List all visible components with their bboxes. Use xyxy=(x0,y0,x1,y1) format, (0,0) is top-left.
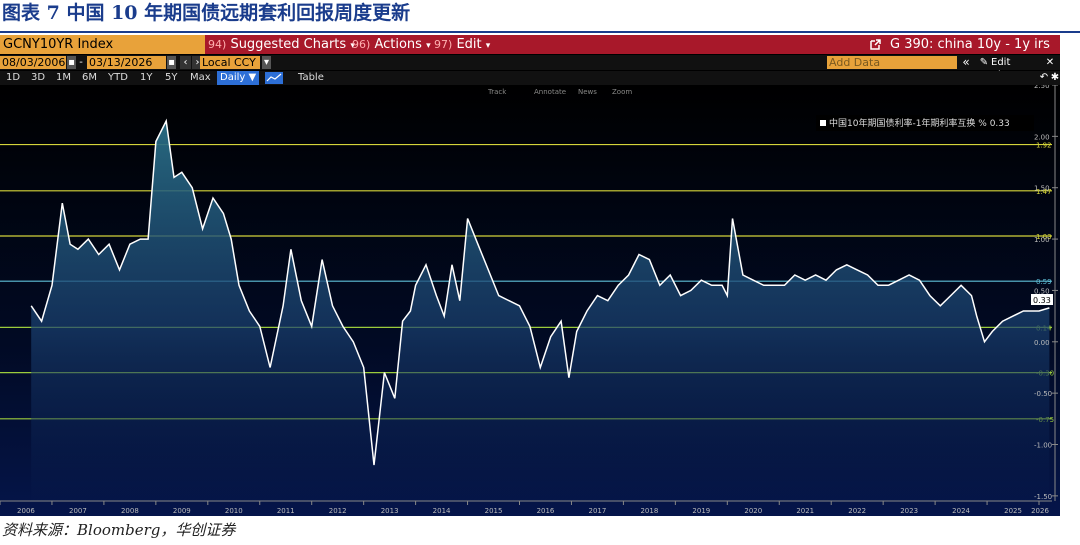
date-toolbar: 08/03/2006 ▪ - 03/13/2026 ▪ ‹ › Local CC… xyxy=(0,55,1060,81)
x-tick-label: 2023 xyxy=(900,507,918,515)
table-button[interactable]: Table xyxy=(298,71,324,85)
start-date-field[interactable]: 08/03/2006 xyxy=(0,56,66,69)
period-1m[interactable]: 1M xyxy=(56,71,71,85)
x-tick-label: 2019 xyxy=(692,507,710,515)
x-tick-label: 2010 xyxy=(225,507,243,515)
figure-title: 图表 7 中国 10 年期国债远期套利回报周度更新 xyxy=(0,0,1080,33)
edit-chart-button[interactable]: Edit Chart xyxy=(991,56,1041,81)
menu-label: Edit xyxy=(456,37,482,52)
x-tick-label: 2015 xyxy=(485,507,503,515)
calendar-icon[interactable]: ▪ xyxy=(67,56,76,69)
y-tick-label: 2.00 xyxy=(1034,133,1050,141)
add-data-input[interactable]: Add Data xyxy=(827,56,957,69)
reference-line-label: 1.92 xyxy=(1036,142,1052,150)
y-tick-label: -0.50 xyxy=(1034,390,1052,398)
chevron-down-icon: ▾ xyxy=(426,41,431,51)
line-chart: Track Annotate News Zoom 1.921.471.030.5… xyxy=(0,82,1058,515)
chart-area: Track Annotate News Zoom 1.92 1.47 1.03 0.5… xyxy=(0,82,1060,516)
track-tool[interactable]: Track xyxy=(487,88,507,96)
currency-select[interactable]: Local CCY xyxy=(200,56,260,69)
y-tick-label: 1.00 xyxy=(1034,236,1050,244)
top-toolbar: GCNY10YR Index 94) Suggested Charts ▾ 96… xyxy=(0,35,1060,71)
x-tick-label: 2024 xyxy=(952,507,970,515)
line-chart-icon[interactable] xyxy=(265,72,283,84)
y-tick-label: 2.50 xyxy=(1034,85,1050,90)
period-max[interactable]: Max xyxy=(190,71,211,85)
menu-label: Suggested Charts xyxy=(230,37,347,52)
legend-swatch xyxy=(820,120,826,126)
menu-number: 94) xyxy=(208,38,227,51)
x-tick-label: 2021 xyxy=(796,507,814,515)
actions-menu[interactable]: 96) Actions ▾ xyxy=(352,35,431,54)
chevron-down-icon: ▾ xyxy=(485,41,491,51)
y-tick-label: -1.00 xyxy=(1034,442,1052,450)
period-1d[interactable]: 1D xyxy=(6,71,20,85)
calendar-icon[interactable]: ▪ xyxy=(167,56,176,69)
y-tick-label: 1.50 xyxy=(1034,185,1050,193)
annotate-tool[interactable]: Annotate xyxy=(534,88,566,96)
double-chevron-left-icon[interactable]: « xyxy=(960,56,972,69)
y-tick-label: -1.50 xyxy=(1034,493,1052,501)
bloomberg-terminal: GCNY10YR Index 94) Suggested Charts ▾ 96… xyxy=(0,35,1060,516)
frequency-label: Daily xyxy=(220,72,246,83)
x-tick-label: 2022 xyxy=(848,507,866,515)
x-tick-label: 2026 xyxy=(1031,507,1049,515)
end-date-field[interactable]: 03/13/2026 xyxy=(87,56,166,69)
y-tick-label: 0.00 xyxy=(1034,339,1050,347)
pencil-icon: ✎ xyxy=(979,57,989,68)
period-toolbar: 1D 3D 1M 6M YTD 1Y 5Y Max Daily ▼ Table … xyxy=(0,71,1060,85)
x-tick-label: 2009 xyxy=(173,507,191,515)
x-tick-label: 2020 xyxy=(744,507,762,515)
x-tick-label: 2017 xyxy=(589,507,607,515)
x-tick-label: 2011 xyxy=(277,507,295,515)
chart-id: G 390: china 10y - 1y irs SD xyxy=(890,37,1050,71)
reference-line-label: 0.59 xyxy=(1036,278,1052,286)
external-link-icon[interactable] xyxy=(869,38,882,51)
chart-tools: Track Annotate News Zoom xyxy=(487,88,632,96)
x-tick-label: 2006 xyxy=(17,507,35,515)
zoom-tool[interactable]: Zoom xyxy=(612,88,632,96)
x-tick-label: 2013 xyxy=(381,507,399,515)
x-tick-label: 2012 xyxy=(329,507,347,515)
range-dash: - xyxy=(79,57,83,68)
x-tick-label: 2008 xyxy=(121,507,139,515)
chevron-left-icon[interactable]: ‹ xyxy=(180,56,191,69)
undo-icon[interactable]: ↶ xyxy=(1037,71,1051,85)
period-ytd[interactable]: YTD xyxy=(108,71,128,85)
x-tick-label: 2018 xyxy=(640,507,658,515)
period-1y[interactable]: 1Y xyxy=(140,71,152,85)
x-tick-label: 2025 xyxy=(1004,507,1022,515)
close-icon[interactable]: ✕ xyxy=(1044,56,1056,69)
x-tick-label: 2014 xyxy=(433,507,451,515)
chevron-down-icon[interactable]: ▾ xyxy=(262,56,271,69)
menu-label: Actions xyxy=(374,37,422,52)
area-fill xyxy=(31,121,1050,501)
last-value-label: 0.33 xyxy=(1033,296,1051,305)
source-note: 资料来源：Bloomberg，华创证券 xyxy=(2,521,236,539)
ticker-field[interactable]: GCNY10YR Index xyxy=(0,35,205,54)
frequency-select[interactable]: Daily ▼ xyxy=(217,71,260,85)
suggested-charts-menu[interactable]: 94) Suggested Charts ▾ xyxy=(208,35,355,54)
menu-number: 97) xyxy=(434,38,453,51)
period-5y[interactable]: 5Y xyxy=(165,71,177,85)
x-tick-label: 2007 xyxy=(69,507,87,515)
news-tool[interactable]: News xyxy=(578,88,597,96)
period-3d[interactable]: 3D xyxy=(31,71,45,85)
menu-number: 96) xyxy=(352,38,371,51)
period-6m[interactable]: 6M xyxy=(82,71,97,85)
x-tick-label: 2016 xyxy=(537,507,555,515)
legend-label: 中国10年期国债利率-1年期利率互换 % 0.33 xyxy=(829,117,1010,129)
edit-menu[interactable]: 97) Edit ▾ xyxy=(434,35,490,54)
gear-icon[interactable]: ✱ xyxy=(1050,71,1060,85)
